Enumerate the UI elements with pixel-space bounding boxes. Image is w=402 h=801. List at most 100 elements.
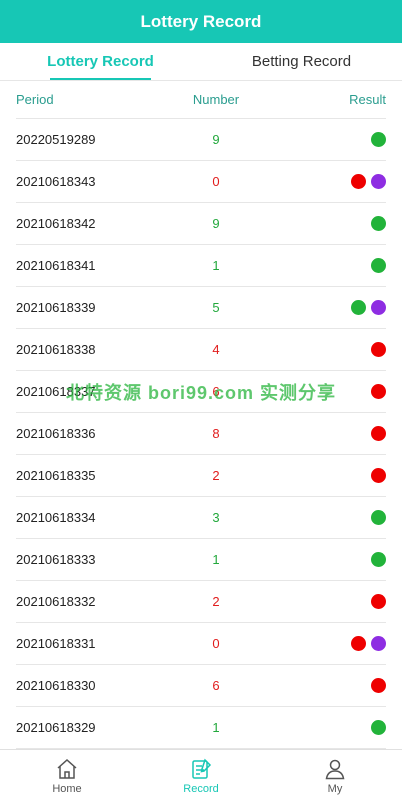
result-dots <box>306 132 386 147</box>
result-dots <box>306 384 386 399</box>
purple-result-dot <box>371 300 386 315</box>
number-value: 2 <box>212 594 220 609</box>
period-value: 20210618330 <box>16 678 96 693</box>
result-dots <box>306 678 386 693</box>
red-result-dot <box>371 468 386 483</box>
page-title: Lottery Record <box>140 11 262 31</box>
green-result-dot <box>371 720 386 735</box>
table-row: 20210618337 6 <box>16 371 386 413</box>
number-value: 1 <box>212 258 220 273</box>
number-value: 5 <box>212 300 220 315</box>
number-value: 0 <box>212 174 220 189</box>
tab-label: Betting Record <box>251 53 352 70</box>
red-result-dot <box>371 384 386 399</box>
green-result-dot <box>371 216 386 231</box>
tab-betting-record[interactable]: Betting Record <box>201 43 402 80</box>
column-header-period: Period <box>16 92 54 107</box>
tabbar-label: Record <box>183 782 219 795</box>
period-value: 20210618339 <box>16 300 96 315</box>
number-value: 6 <box>212 678 220 693</box>
period-value: 20210618336 <box>16 426 96 441</box>
result-dots <box>306 468 386 483</box>
red-result-dot <box>351 636 366 651</box>
number-value: 4 <box>212 342 220 357</box>
table-row: 20210618333 1 <box>16 539 386 581</box>
green-result-dot <box>351 300 366 315</box>
result-dots <box>306 174 386 189</box>
number-value: 3 <box>212 510 220 525</box>
purple-result-dot <box>371 174 386 189</box>
result-dots <box>306 720 386 735</box>
red-result-dot <box>371 594 386 609</box>
table-row: 20210618329 1 <box>16 707 386 749</box>
green-result-dot <box>371 552 386 567</box>
tab-label: Lottery Record <box>47 53 154 70</box>
period-value: 20210618343 <box>16 174 96 189</box>
green-result-dot <box>371 510 386 525</box>
table-row: 20210618331 0 <box>16 623 386 665</box>
table-row: 20210618335 2 <box>16 455 386 497</box>
tab-lottery-record[interactable]: Lottery Record <box>0 43 201 80</box>
period-value: 20210618333 <box>16 552 96 567</box>
result-dots <box>306 300 386 315</box>
record-list: 20220519289 9 20210618343 0 20210618342 9 2021… <box>16 119 386 749</box>
period-value: 20210618341 <box>16 258 96 273</box>
record-icon <box>192 758 212 779</box>
table-row: 20210618332 2 <box>16 581 386 623</box>
user-icon <box>325 759 345 779</box>
result-dots <box>306 342 386 357</box>
result-dots <box>306 636 386 651</box>
number-value: 9 <box>212 132 220 147</box>
tabbar-label: My <box>327 782 343 795</box>
period-value: 20210618332 <box>16 594 96 609</box>
period-value: 20210618337 <box>16 384 96 399</box>
table-row: 20210618341 1 <box>16 245 386 287</box>
period-value: 20210618335 <box>16 468 96 483</box>
page-header: Lottery Record <box>0 0 402 43</box>
table-row: 20210618334 3 <box>16 497 386 539</box>
table-row: 20210618339 5 <box>16 287 386 329</box>
result-dots <box>306 594 386 609</box>
period-value: 20210618338 <box>16 342 96 357</box>
result-dots <box>306 426 386 441</box>
column-header-number: Number <box>192 92 240 107</box>
table-row: 20210618336 8 <box>16 413 386 455</box>
number-value: 9 <box>212 216 220 231</box>
home-icon <box>57 758 77 779</box>
table-row: 20210618343 0 <box>16 161 386 203</box>
tabbar-item-home[interactable]: Home <box>0 750 134 801</box>
tabbar-item-my[interactable]: My <box>268 750 402 801</box>
red-result-dot <box>351 174 366 189</box>
bottom-tab-bar: Home Record My <box>0 749 402 801</box>
result-dots <box>306 552 386 567</box>
table-row: 20210618330 6 <box>16 665 386 707</box>
tabbar-label: Home <box>52 782 82 795</box>
column-header-result: Result <box>349 92 386 107</box>
result-dots <box>306 216 386 231</box>
table-header: Period Number Result <box>16 81 386 119</box>
green-result-dot <box>371 132 386 147</box>
number-value: 1 <box>212 720 220 735</box>
number-value: 6 <box>212 384 220 399</box>
number-value: 0 <box>212 636 220 651</box>
number-value: 8 <box>212 426 220 441</box>
red-result-dot <box>371 426 386 441</box>
period-value: 20210618334 <box>16 510 96 525</box>
period-value: 20220519289 <box>16 132 96 147</box>
table-row: 20210618338 4 <box>16 329 386 371</box>
red-result-dot <box>371 342 386 357</box>
period-value: 20210618342 <box>16 216 96 231</box>
number-value: 2 <box>212 468 220 483</box>
purple-result-dot <box>371 636 386 651</box>
tabbar-item-record[interactable]: Record <box>134 750 268 801</box>
result-dots <box>306 510 386 525</box>
table-row: 20220519289 9 <box>16 119 386 161</box>
period-value: 20210618329 <box>16 720 96 735</box>
number-value: 1 <box>212 552 220 567</box>
red-result-dot <box>371 678 386 693</box>
green-result-dot <box>371 258 386 273</box>
period-value: 20210618331 <box>16 636 96 651</box>
table-row: 20210618342 9 <box>16 203 386 245</box>
record-tabs: Lottery Record Betting Record <box>0 43 402 81</box>
result-dots <box>306 258 386 273</box>
